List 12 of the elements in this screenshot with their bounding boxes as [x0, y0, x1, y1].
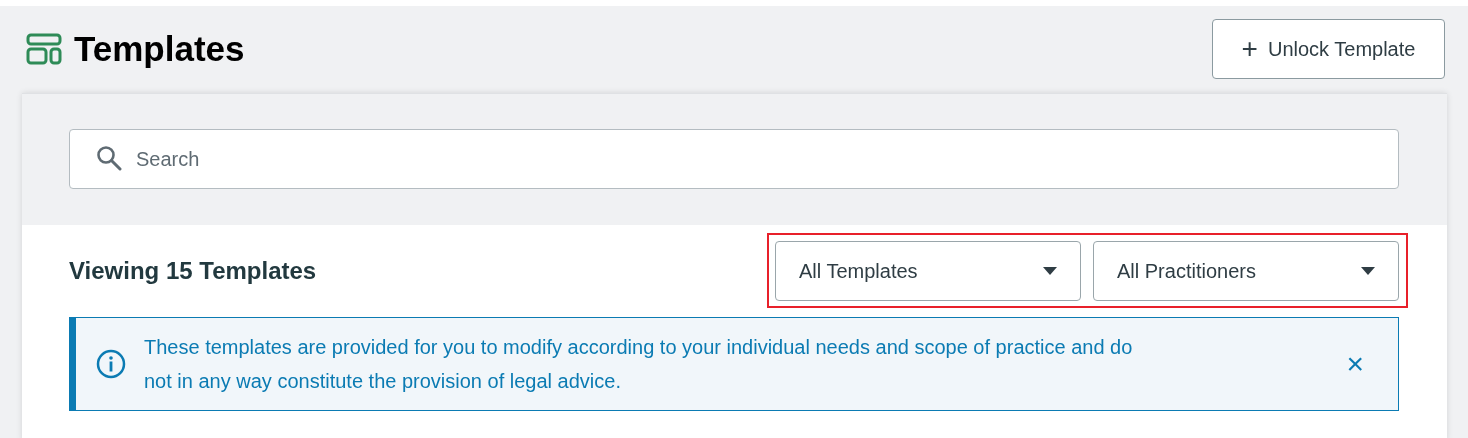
listing-heading: Viewing 15 Templates	[69, 256, 317, 285]
search-field[interactable]: Search	[69, 129, 1399, 189]
layout-icon	[26, 33, 62, 65]
unlock-template-button[interactable]: + Unlock Template	[1212, 19, 1445, 79]
caret-icon	[1361, 267, 1375, 275]
caret-icon	[1043, 267, 1057, 275]
info-icon	[96, 349, 126, 379]
filter-dropdown[interactable]: All Practitioners	[1093, 241, 1399, 301]
close-button[interactable]: ×	[1332, 347, 1378, 381]
page-title: Templates	[74, 29, 245, 69]
filter-dropdown[interactable]: All Templates	[775, 241, 1081, 301]
notice-text: These templates are provided for you to modify according to your individual needs and scope of practice and do not in any way constitute the provision of legal advice.	[144, 335, 1134, 394]
